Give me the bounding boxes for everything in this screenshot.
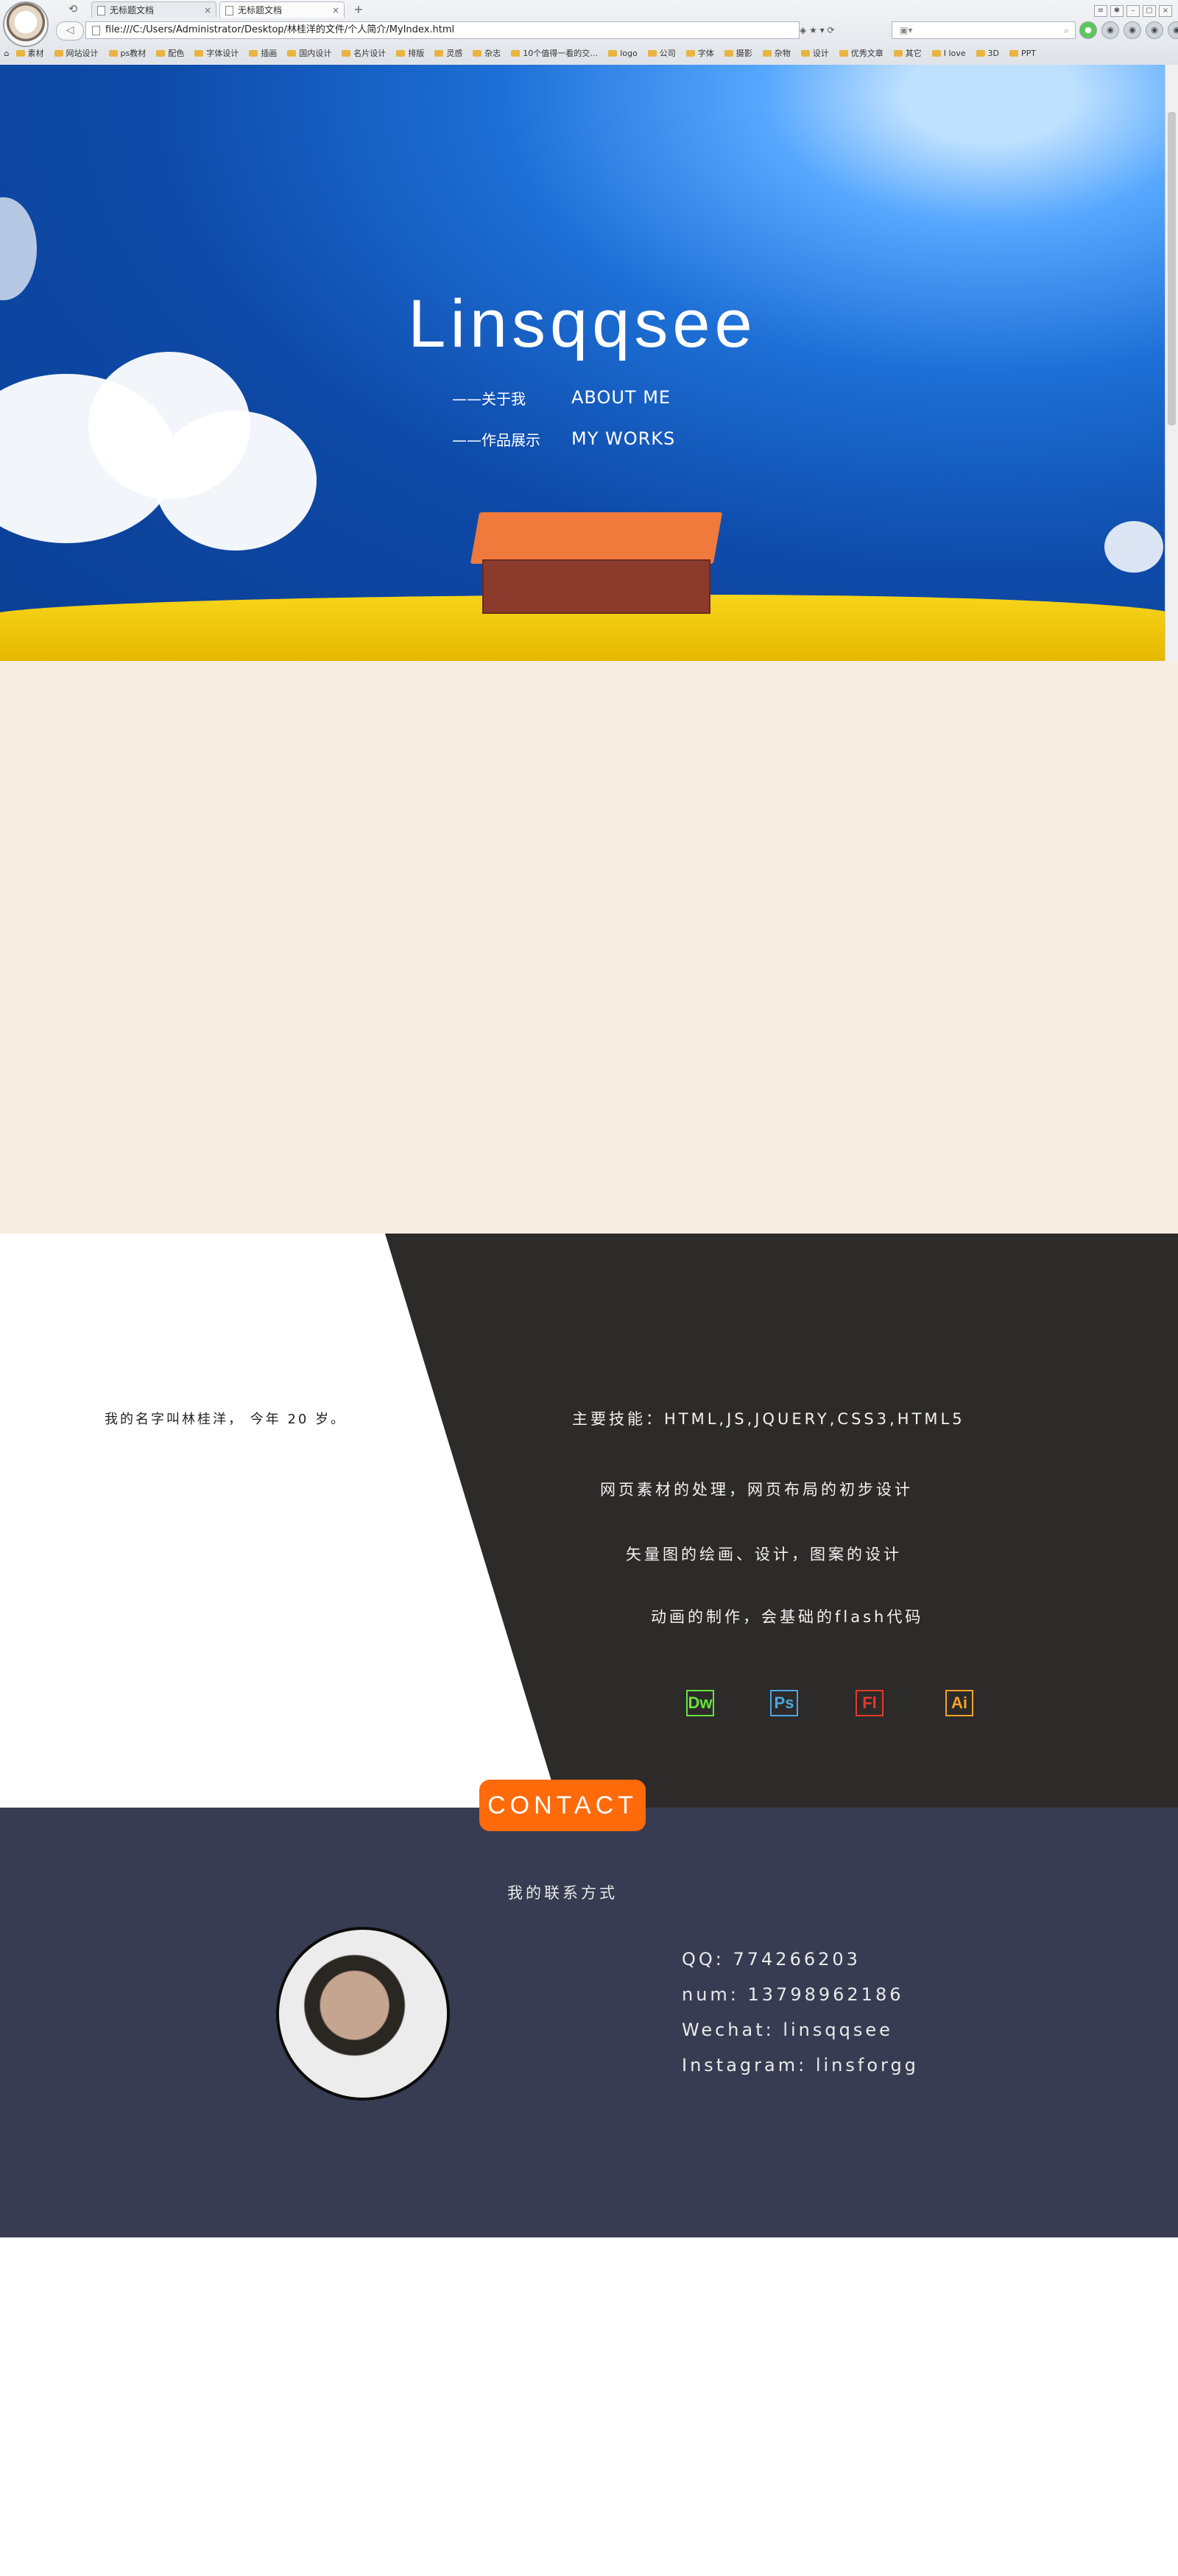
browser-avatar-icon[interactable] bbox=[3, 1, 49, 47]
window-controls: ≡ ✱ – ▢ × bbox=[1091, 1, 1172, 17]
bookmark-item[interactable]: 名片设计 bbox=[342, 46, 386, 62]
bookmark-item[interactable]: 设计 bbox=[801, 46, 829, 62]
contact-instagram: Instagram: linsforgg bbox=[682, 2055, 919, 2076]
page-icon bbox=[92, 26, 100, 35]
bookmark-item[interactable]: 杂志 bbox=[473, 46, 501, 62]
bookmark-item[interactable]: 字体 bbox=[686, 46, 714, 62]
avatar bbox=[276, 1927, 450, 2101]
flash-icon: Fl bbox=[856, 1690, 884, 1716]
tab-1[interactable]: 无标题文档 × bbox=[91, 1, 216, 18]
hero-title: Linsqqsee bbox=[408, 286, 757, 361]
about-section: 我的名字叫林桂洋， 今年 20 岁。 主要技能：HTML,JS,JQUERY,C… bbox=[0, 1234, 1178, 1808]
bookmark-item[interactable]: ps教材 bbox=[109, 46, 147, 62]
reload-icon[interactable]: ⟳ bbox=[828, 25, 835, 35]
about-intro: 我的名字叫林桂洋， 今年 20 岁。 bbox=[105, 1412, 347, 1427]
skill-line: 网页素材的处理，网页布局的初步设计 bbox=[600, 1481, 913, 1498]
contact-subtitle: 我的联系方式 bbox=[507, 1884, 618, 1902]
skill-line: 矢量图的绘画、设计，图案的设计 bbox=[626, 1546, 902, 1563]
bookmark-item[interactable]: 字体设计 bbox=[194, 46, 239, 62]
minimize-icon[interactable]: – bbox=[1126, 5, 1140, 17]
hero-menu: ——关于我 ABOUT ME ——作品展示 MY WORKS bbox=[452, 387, 835, 470]
tab-2[interactable]: 无标题文档 × bbox=[219, 1, 345, 18]
document-icon bbox=[225, 6, 233, 15]
scrollbar[interactable] bbox=[1165, 65, 1178, 661]
settings-icon[interactable]: ✱ bbox=[1110, 5, 1124, 17]
extension-icon[interactable]: ◉ bbox=[1146, 21, 1163, 39]
dreamweaver-icon: Dw bbox=[686, 1690, 714, 1716]
url-text: file:///C:/Users/Administrator/Desktop/林… bbox=[105, 24, 455, 35]
skill-line: 动画的制作，会基础的flash代码 bbox=[651, 1608, 924, 1626]
contact-phone: num: 13798962186 bbox=[682, 1984, 904, 2005]
menu-item-works[interactable]: ——作品展示 MY WORKS bbox=[452, 428, 835, 470]
search-input[interactable]: ▣▾ ⌕ bbox=[892, 21, 1076, 39]
extension-icon[interactable]: ● bbox=[1079, 21, 1097, 39]
address-bar[interactable]: file:///C:/Users/Administrator/Desktop/林… bbox=[85, 21, 800, 39]
menu-icon[interactable]: ≡ bbox=[1094, 5, 1107, 17]
bookmark-star-icon[interactable]: ★ bbox=[809, 25, 817, 35]
works-section bbox=[0, 661, 1178, 1234]
translate-icon[interactable]: ◈ bbox=[800, 25, 806, 35]
bookmark-item[interactable]: 优秀文章 bbox=[839, 46, 884, 62]
tab-title: 无标题文档 bbox=[238, 5, 283, 15]
scrollbar-thumb[interactable] bbox=[1168, 112, 1176, 425]
bookmark-item[interactable]: 杂物 bbox=[763, 46, 791, 62]
tab-title: 无标题文档 bbox=[110, 5, 155, 15]
bookmark-item[interactable]: 灵感 bbox=[434, 46, 462, 62]
bookmark-item[interactable]: 公司 bbox=[648, 46, 676, 62]
extension-icon[interactable]: ◉ bbox=[1124, 21, 1141, 39]
tab-back-icon[interactable]: ⟲ bbox=[60, 1, 85, 18]
house-roof bbox=[470, 512, 723, 564]
navigation-bar: ◁ file:///C:/Users/Administrator/Desktop… bbox=[49, 19, 1178, 41]
address-bar-icons: ◈ ★ ▾ ⟳ bbox=[800, 21, 888, 39]
menu-item-label-en[interactable]: MY WORKS bbox=[571, 428, 675, 449]
home-icon[interactable]: ⌂ bbox=[0, 46, 13, 62]
bookmark-item[interactable]: 配色 bbox=[156, 46, 184, 62]
menu-item-label-cn[interactable]: ——作品展示 bbox=[452, 428, 540, 450]
bookmark-item[interactable]: PPT bbox=[1009, 46, 1036, 62]
cloud bbox=[155, 411, 317, 551]
close-icon[interactable]: × bbox=[204, 2, 211, 18]
bookmarks-bar: ⌂ 素材 网站设计 ps教材 配色 字体设计 插画 国内设计 名片设计 排版 灵感 杂志 10个值得一… bbox=[0, 46, 1178, 62]
search-engine-icon[interactable]: ▣▾ bbox=[900, 25, 912, 35]
bookmark-item[interactable]: 3D bbox=[976, 46, 999, 62]
browser-chrome: ⟲ 无标题文档 × 无标题文档 × + ≡ ✱ – ▢ × ◁ file:///C:/U… bbox=[0, 0, 1178, 66]
new-tab-button[interactable]: + bbox=[350, 1, 367, 18]
menu-item-label-en[interactable]: ABOUT ME bbox=[571, 387, 671, 408]
bookmark-item[interactable]: 国内设计 bbox=[287, 46, 331, 62]
maximize-icon[interactable]: ▢ bbox=[1143, 5, 1156, 17]
bookmark-item[interactable]: 其它 bbox=[894, 46, 922, 62]
bookmark-item[interactable]: 素材 bbox=[16, 46, 44, 62]
bookmark-item[interactable]: 10个值得一看的交… bbox=[511, 46, 598, 62]
skill-line: 主要技能：HTML,JS,JQUERY,CSS3,HTML5 bbox=[572, 1410, 965, 1428]
document-icon bbox=[97, 6, 105, 15]
contact-qq: QQ: 774266203 bbox=[682, 1949, 861, 1970]
extension-icon[interactable]: ◉ bbox=[1168, 21, 1178, 39]
bookmark-item[interactable]: logo bbox=[608, 46, 638, 62]
extension-icon[interactable]: ◉ bbox=[1101, 21, 1119, 39]
bookmark-item[interactable]: 排版 bbox=[396, 46, 424, 62]
menu-item-about[interactable]: ——关于我 ABOUT ME bbox=[452, 387, 835, 428]
cloud bbox=[0, 197, 37, 300]
contact-wechat: Wechat: linsqqsee bbox=[682, 2020, 893, 2040]
illustrator-icon: Ai bbox=[945, 1690, 973, 1716]
photoshop-icon: Ps bbox=[770, 1690, 798, 1716]
menu-item-label-cn[interactable]: ——关于我 bbox=[452, 387, 526, 408]
tab-bar: ⟲ 无标题文档 × 无标题文档 × + ≡ ✱ – ▢ × bbox=[49, 0, 1178, 18]
back-button[interactable]: ◁ bbox=[56, 21, 84, 40]
contact-badge[interactable]: CONTACT bbox=[479, 1780, 646, 1831]
bookmark-item[interactable]: I love bbox=[932, 46, 966, 62]
contact-section: 我的联系方式 QQ: 774266203 num: 13798962186 We… bbox=[0, 1808, 1178, 2237]
dropdown-icon[interactable]: ▾ bbox=[820, 25, 825, 35]
close-icon[interactable]: × bbox=[332, 2, 339, 18]
cloud bbox=[1104, 521, 1163, 573]
hero-banner: Linsqqsee ——关于我 ABOUT ME ——作品展示 MY WORKS bbox=[0, 65, 1165, 661]
close-window-icon[interactable]: × bbox=[1159, 5, 1172, 17]
toolbar-icons: ●◉◉◉◉◉ bbox=[1079, 21, 1178, 39]
bookmark-item[interactable]: 网站设计 bbox=[54, 46, 99, 62]
bookmark-item[interactable]: 摄影 bbox=[724, 46, 752, 62]
house-body bbox=[482, 559, 710, 614]
bookmark-item[interactable]: 插画 bbox=[249, 46, 277, 62]
search-icon[interactable]: ⌕ bbox=[1064, 22, 1069, 38]
skills-panel bbox=[385, 1234, 1178, 1808]
